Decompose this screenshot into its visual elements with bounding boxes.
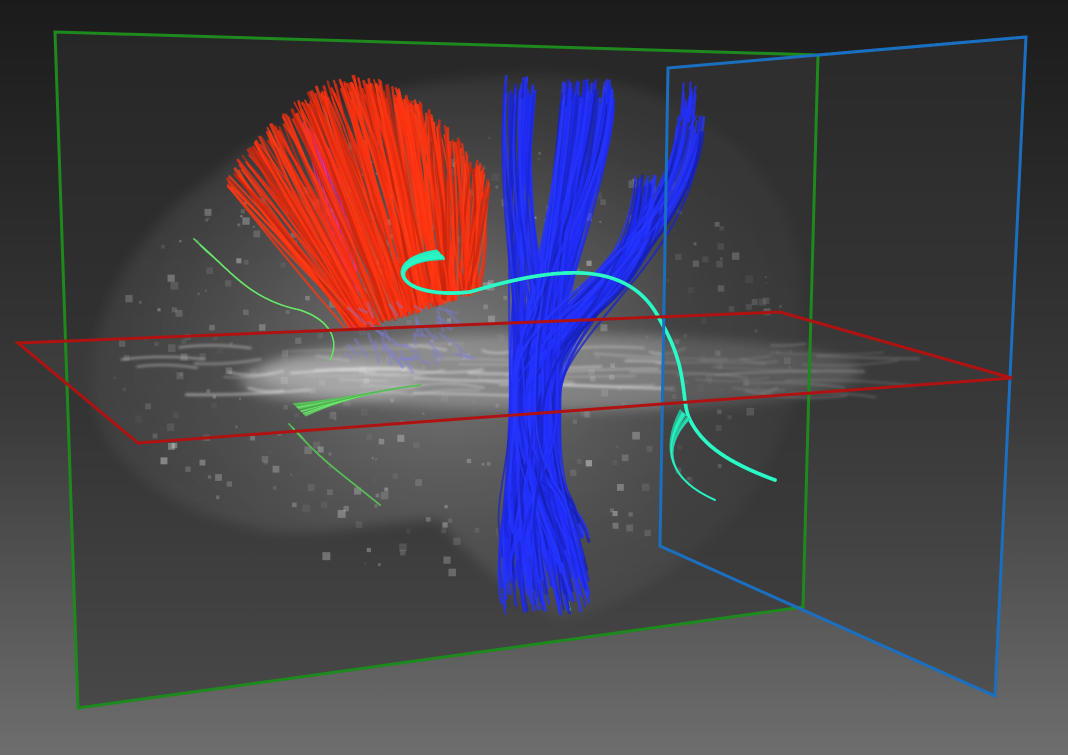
3d-viewport[interactable] [0,0,1068,755]
